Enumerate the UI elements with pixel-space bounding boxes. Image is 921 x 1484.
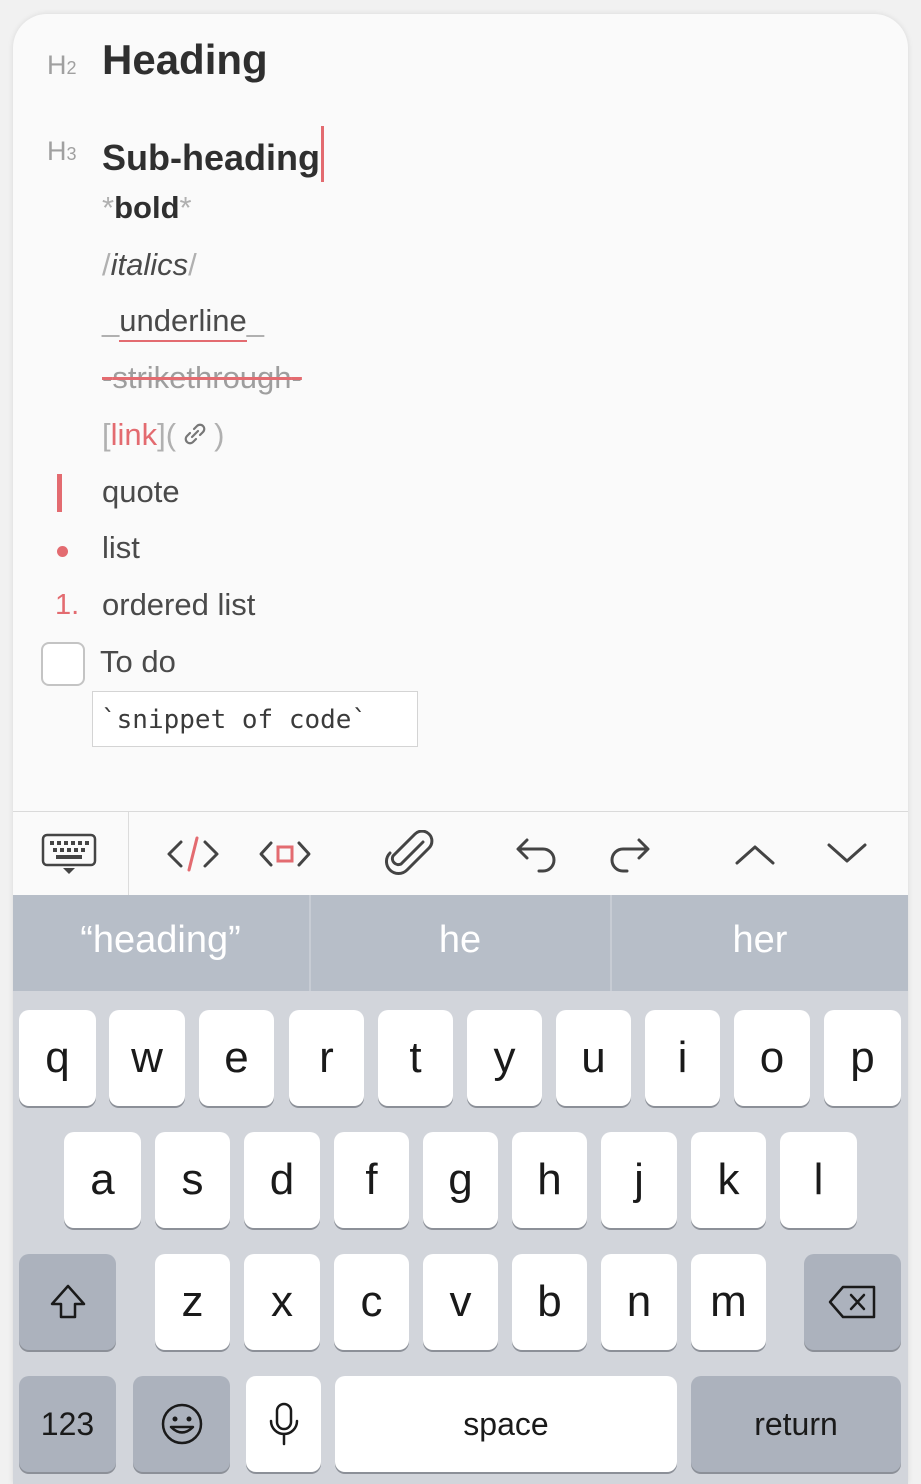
embed-code-icon[interactable] [255, 826, 315, 882]
key-j[interactable]: j [601, 1132, 677, 1228]
heading-3-text: Sub-heading [102, 126, 324, 182]
shift-icon [50, 1284, 85, 1319]
key-p[interactable]: p [824, 1010, 901, 1106]
emoji-icon [161, 1403, 202, 1445]
key-n[interactable]: n [601, 1254, 677, 1350]
suggestion-3[interactable]: her [612, 895, 908, 991]
text-cursor [321, 126, 324, 182]
underline-line[interactable]: _underline_ [13, 303, 908, 347]
backspace-icon [828, 1285, 875, 1319]
link-icon[interactable] [180, 419, 210, 457]
suggestion-1[interactable]: “heading” [13, 895, 308, 991]
key-d[interactable]: d [244, 1132, 320, 1228]
ordered-list-text: ordered list [102, 587, 256, 622]
keyboard-icon[interactable] [39, 826, 99, 882]
ordered-list-line[interactable]: 1. ordered list [13, 587, 908, 631]
chevron-down-icon[interactable] [817, 826, 877, 882]
suggestion-2[interactable]: he [311, 895, 609, 991]
key-x[interactable]: x [244, 1254, 320, 1350]
bullet-icon [57, 546, 68, 557]
key-v[interactable]: v [423, 1254, 498, 1350]
code-icon[interactable] [163, 826, 223, 882]
key-s[interactable]: s [155, 1132, 230, 1228]
quote-line[interactable]: quote [13, 474, 908, 518]
key-o[interactable]: o [734, 1010, 810, 1106]
heading-3-line[interactable]: H3 Sub-heading [13, 126, 908, 182]
chevron-up-icon[interactable] [725, 826, 785, 882]
suggestion-bar: “heading” he her [13, 895, 908, 991]
key-h[interactable]: h [512, 1132, 587, 1228]
h2-marker: H2 [47, 50, 77, 80]
key-q[interactable]: q [19, 1010, 96, 1106]
key-i[interactable]: i [645, 1010, 720, 1106]
heading-2-line[interactable]: H2 Heading [13, 36, 908, 92]
numbers-key[interactable]: 123 [19, 1376, 116, 1472]
code-snippet[interactable]: `snippet of code` [92, 691, 418, 747]
bold-line[interactable]: *bold* [13, 190, 908, 234]
key-w[interactable]: w [109, 1010, 185, 1106]
key-g[interactable]: g [423, 1132, 498, 1228]
key-u[interactable]: u [556, 1010, 631, 1106]
todo-checkbox[interactable] [41, 642, 85, 686]
underline-text: _underline_ [102, 303, 264, 342]
key-r[interactable]: r [289, 1010, 364, 1106]
key-t[interactable]: t [378, 1010, 453, 1106]
editor-area[interactable]: H2 Heading H3 Sub-heading *bold* /italic… [13, 14, 908, 811]
link-line[interactable]: [link]() [13, 417, 908, 461]
emoji-key[interactable] [133, 1376, 230, 1472]
undo-icon[interactable] [507, 826, 567, 882]
todo-line[interactable]: To do [13, 642, 908, 690]
key-e[interactable]: e [199, 1010, 274, 1106]
list-line[interactable]: list [13, 530, 908, 574]
microphone-icon [269, 1402, 298, 1446]
strikethrough-line[interactable]: -strikethrough- [13, 360, 908, 404]
key-a[interactable]: a [64, 1132, 141, 1228]
ordered-list-marker: 1. [55, 589, 80, 621]
key-l[interactable]: l [780, 1132, 857, 1228]
key-b[interactable]: b [512, 1254, 587, 1350]
note-editor-screen: H2 Heading H3 Sub-heading *bold* /italic… [13, 14, 908, 1484]
shift-key[interactable] [19, 1254, 116, 1350]
quote-bar [57, 474, 62, 512]
toolbar-separator [128, 812, 129, 896]
return-key[interactable]: return [691, 1376, 901, 1472]
italics-text: /italics/ [102, 247, 197, 282]
key-f[interactable]: f [334, 1132, 409, 1228]
redo-icon[interactable] [599, 826, 659, 882]
key-c[interactable]: c [334, 1254, 409, 1350]
keyboard: q w e r t y u i o p a s d f g h j k l z … [13, 991, 908, 1484]
dictation-key[interactable] [246, 1376, 321, 1472]
delete-key[interactable] [804, 1254, 901, 1350]
list-text: list [102, 530, 140, 565]
key-z[interactable]: z [155, 1254, 230, 1350]
key-m[interactable]: m [691, 1254, 766, 1350]
strikethrough-text: -strikethrough- [102, 360, 302, 395]
todo-text: To do [100, 644, 176, 679]
bold-text: *bold* [102, 190, 192, 225]
attachment-icon[interactable] [381, 826, 441, 882]
key-k[interactable]: k [691, 1132, 766, 1228]
key-y[interactable]: y [467, 1010, 542, 1106]
h3-marker: H3 [47, 136, 77, 166]
link-text[interactable]: [link]() [102, 417, 224, 457]
format-toolbar [13, 811, 908, 896]
space-key[interactable]: space [335, 1376, 677, 1472]
quote-text: quote [102, 474, 180, 509]
heading-2-text: Heading [102, 36, 268, 83]
italics-line[interactable]: /italics/ [13, 247, 908, 291]
